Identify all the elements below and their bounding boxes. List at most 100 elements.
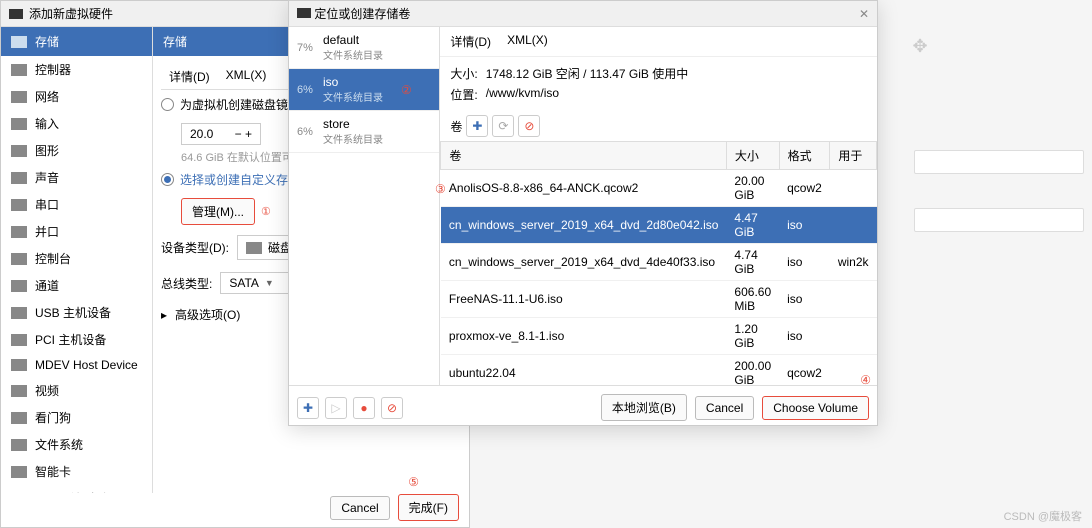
sidebar-item-label: USB 主机设备 [35, 304, 111, 321]
tab-details[interactable]: 详情(D) [169, 68, 210, 85]
pool-subtitle: 文件系统目录 [323, 47, 383, 62]
sidebar-item-label: 视频 [35, 382, 59, 399]
sidebar-item-label: 文件系统 [35, 436, 83, 453]
add-volume-button[interactable]: ✚ [466, 115, 488, 137]
col-size[interactable]: 大小 [726, 142, 779, 170]
opt-create-disk-label: 为虚拟机创建磁盘镜像 [180, 96, 300, 113]
add-pool-button[interactable]: ✚ [297, 397, 319, 419]
sidebar-item[interactable]: USB 重新定向 [1, 485, 152, 493]
item-icon [11, 334, 27, 346]
tab-xml[interactable]: XML(X) [226, 68, 267, 85]
cell-name: AnolisOS-8.8-x86_64-ANCK.qcow2 [441, 170, 727, 207]
sidebar-item[interactable]: USB 主机设备 [1, 299, 152, 326]
pool-subtitle: 文件系统目录 [323, 89, 383, 104]
pool-subtitle: 文件系统目录 [323, 131, 383, 146]
tab-details[interactable]: 详情(D) [450, 33, 491, 50]
cell-used [830, 281, 877, 318]
cancel-button[interactable]: Cancel [695, 396, 754, 420]
opt-custom-label: 选择或创建自定义存储 [180, 171, 300, 188]
pool-item[interactable]: 6%iso文件系统目录② [289, 69, 439, 111]
table-row[interactable]: cn_windows_server_2019_x64_dvd_2d80e042.… [441, 207, 877, 244]
sidebar-item[interactable]: 控制台 [1, 245, 152, 272]
cell-size: 200.00 GiB [726, 355, 779, 386]
cell-format: iso [779, 207, 830, 244]
table-row[interactable]: cn_windows_server_2019_x64_dvd_4de40f33.… [441, 244, 877, 281]
item-icon [11, 253, 27, 265]
bus-type-label: 总线类型: [161, 275, 212, 292]
choose-volume-button[interactable]: Choose Volume [762, 396, 869, 420]
sidebar-item[interactable]: 智能卡 [1, 458, 152, 485]
tab-xml[interactable]: XML(X) [507, 33, 548, 50]
radio-create-disk[interactable] [161, 98, 174, 111]
sidebar-item[interactable]: 输入 [1, 110, 152, 137]
volume-tabs[interactable]: 详情(D) XML(X) [440, 27, 877, 57]
table-row[interactable]: ubuntu22.04200.00 GiBqcow2 [441, 355, 877, 386]
sidebar-item[interactable]: PCI 主机设备 [1, 326, 152, 353]
sidebar-item[interactable]: MDEV Host Device [1, 353, 152, 377]
sidebar-item[interactable]: 通道 [1, 272, 152, 299]
manage-button[interactable]: 管理(M)... [181, 198, 255, 225]
storage-volume-dialog: 定位或创建存储卷 ✕ 7%default文件系统目录6%iso文件系统目录②6%… [288, 0, 878, 426]
col-volume[interactable]: 卷 [441, 142, 727, 170]
location-label: 位置: [450, 86, 477, 103]
delete-pool-button[interactable]: ⊘ [381, 397, 403, 419]
finish-button[interactable]: 完成(F) [398, 494, 459, 521]
sidebar-item[interactable]: 控制器 [1, 56, 152, 83]
annotation-3: ③ [435, 182, 446, 196]
pool-name: store [323, 117, 383, 131]
annotation-2: ② [401, 83, 412, 97]
cell-name: proxmox-ve_8.1-1.iso [441, 318, 727, 355]
item-icon [11, 226, 27, 238]
item-icon [11, 307, 27, 319]
refresh-button[interactable]: ⟳ [492, 115, 514, 137]
sidebar-item-label: USB 重新定向 [35, 490, 111, 493]
pool-item[interactable]: 7%default文件系统目录 [289, 27, 439, 69]
bus-type-select[interactable]: SATA▼ [220, 272, 290, 294]
cell-name: ubuntu22.04 [441, 355, 727, 386]
cell-format: iso [779, 244, 830, 281]
close-icon[interactable]: ✕ [859, 7, 869, 21]
sidebar-item[interactable]: 网络 [1, 83, 152, 110]
disk-size-input[interactable]: 20.0− + [181, 123, 261, 145]
cell-used [830, 170, 877, 207]
cell-size: 20.00 GiB [726, 170, 779, 207]
sidebar-item-label: 控制器 [35, 61, 71, 78]
table-row[interactable]: proxmox-ve_8.1-1.iso1.20 GiBiso [441, 318, 877, 355]
sidebar-item-label: 通道 [35, 277, 59, 294]
col-format[interactable]: 格式 [779, 142, 830, 170]
sidebar-item[interactable]: 声音 [1, 164, 152, 191]
start-pool-button[interactable]: ▷ [325, 397, 347, 419]
sidebar-item[interactable]: 看门狗 [1, 404, 152, 431]
cancel-button[interactable]: Cancel [330, 496, 389, 520]
app-icon [297, 8, 311, 18]
dialog-title: 定位或创建存储卷 [314, 7, 410, 21]
sidebar-item[interactable]: 串口 [1, 191, 152, 218]
browse-local-button[interactable]: 本地浏览(B) [601, 394, 687, 421]
window-title: 添加新虚拟硬件 [29, 5, 113, 22]
cell-format: iso [779, 318, 830, 355]
cell-name: cn_windows_server_2019_x64_dvd_2d80e042.… [441, 207, 727, 244]
sidebar-item-label: 输入 [35, 115, 59, 132]
stop-pool-button[interactable]: ● [353, 397, 375, 419]
size-value: 1748.12 GiB 空闲 / 113.47 GiB 使用中 [486, 65, 689, 82]
table-row[interactable]: AnolisOS-8.8-x86_64-ANCK.qcow220.00 GiBq… [441, 170, 877, 207]
cell-size: 4.47 GiB [726, 207, 779, 244]
sidebar-item[interactable]: 文件系统 [1, 431, 152, 458]
item-icon [11, 359, 27, 371]
radio-custom-storage[interactable] [161, 173, 174, 186]
item-icon [11, 466, 27, 478]
pool-list: 7%default文件系统目录6%iso文件系统目录②6%store文件系统目录 [289, 27, 440, 385]
cell-used [830, 318, 877, 355]
app-icon [9, 9, 23, 19]
item-icon [11, 118, 27, 130]
volume-table[interactable]: 卷 大小 格式 用于 AnolisOS-8.8-x86_64-ANCK.qcow… [440, 141, 877, 385]
location-value: /www/kvm/iso [486, 86, 559, 103]
sidebar-item[interactable]: 并口 [1, 218, 152, 245]
pool-item[interactable]: 6%store文件系统目录 [289, 111, 439, 153]
sidebar-item[interactable]: 图形 [1, 137, 152, 164]
col-used[interactable]: 用于 [830, 142, 877, 170]
sidebar-item-label: 图形 [35, 142, 59, 159]
table-row[interactable]: FreeNAS-11.1-U6.iso606.60 MiBiso [441, 281, 877, 318]
sidebar-item[interactable]: 视频 [1, 377, 152, 404]
delete-volume-button[interactable]: ⊘ [518, 115, 540, 137]
